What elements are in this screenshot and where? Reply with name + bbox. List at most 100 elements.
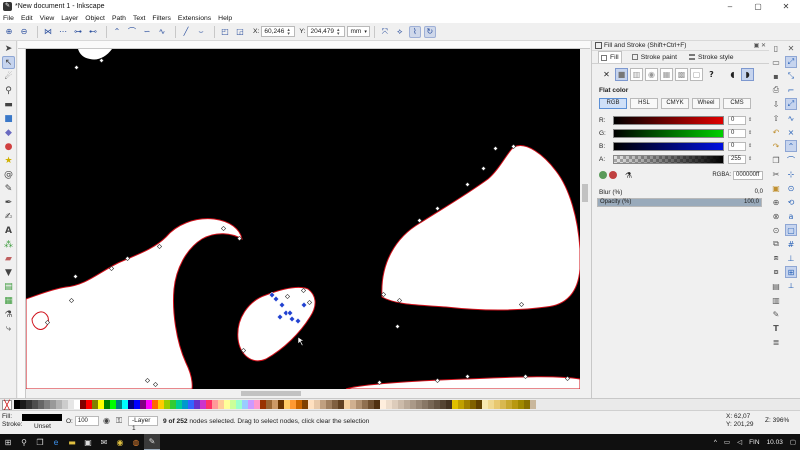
paint-bucket-tool-icon[interactable]: ▼ — [2, 266, 15, 279]
notifications-icon[interactable]: ▢ — [790, 438, 796, 446]
clone-icon[interactable]: ⧈ — [770, 252, 782, 264]
snap-guide-icon[interactable]: ⊥ — [785, 252, 797, 264]
zoom-control[interactable]: Z: 396% — [765, 417, 789, 424]
channel-g-value[interactable]: 0 — [728, 128, 746, 138]
new-document-icon[interactable]: ▯ — [770, 42, 782, 54]
windows-start-icon[interactable]: ⊞ — [0, 434, 16, 450]
zoom-drawing-icon[interactable]: ⊗ — [770, 210, 782, 222]
clock[interactable]: 10.03 — [767, 439, 783, 446]
group-icon[interactable]: ▤ — [770, 280, 782, 292]
tweak-tool-icon[interactable]: ☄ — [2, 70, 15, 83]
menu-extensions[interactable]: Extensions — [178, 15, 211, 22]
insert-node-icon[interactable]: ⊕ — [3, 26, 15, 38]
zoom-selection-icon[interactable]: ⊕ — [770, 196, 782, 208]
node-cusp-icon[interactable]: ⌃ — [111, 26, 123, 38]
menu-file[interactable]: File — [3, 15, 14, 22]
show-handles-icon[interactable]: ⟡ — [394, 26, 406, 38]
join-nodes-icon[interactable]: ⋈ — [42, 26, 54, 38]
mode-hsl[interactable]: HSL — [630, 98, 658, 109]
canvas-artwork[interactable] — [26, 49, 580, 389]
spinner-arrows-icon[interactable]: ▴ ▾ — [337, 27, 340, 36]
channel-a-value[interactable]: 255 — [728, 154, 746, 164]
close-icon[interactable]: ✕ — [772, 0, 800, 13]
fill-swatch[interactable] — [22, 414, 62, 421]
rgba-input[interactable]: 000000ff — [733, 170, 763, 180]
zoom-page-icon[interactable]: ⊙ — [770, 224, 782, 236]
eraser-tool-icon[interactable]: ▰ — [2, 252, 15, 265]
mesh-tool-icon[interactable]: ▦ — [2, 294, 15, 307]
toggle-visibility-icon[interactable]: ◉ — [103, 416, 113, 426]
snap-grid-icon[interactable]: # — [785, 238, 797, 250]
search-icon[interactable]: ⚲ — [16, 434, 32, 450]
show-transform-handles-icon[interactable]: ⤧ — [379, 26, 391, 38]
pencil-tool-icon[interactable]: ✎ — [2, 182, 15, 195]
mode-wheel[interactable]: Wheel — [692, 98, 720, 109]
mode-cmyk[interactable]: CMYK — [661, 98, 689, 109]
store-icon[interactable]: ▣ — [80, 434, 96, 450]
menu-help[interactable]: Help — [218, 15, 232, 22]
snap-path-icon[interactable]: ∿ — [785, 112, 797, 124]
text-tool-icon[interactable]: A — [2, 224, 15, 237]
node-symmetric-icon[interactable]: ∽ — [141, 26, 153, 38]
calligraphy-tool-icon[interactable]: ✍ — [2, 210, 15, 223]
snap-intersection-icon[interactable]: ⨯ — [785, 126, 797, 138]
scroll-thumb[interactable] — [241, 391, 301, 396]
layers-icon[interactable]: ≣ — [770, 336, 782, 348]
tray-chevron-icon[interactable]: ^ — [714, 439, 717, 446]
zoom-tool-icon[interactable]: ⚲ — [2, 84, 15, 97]
fill-stroke-cmd-icon[interactable]: ✎ — [770, 308, 782, 320]
blur-value[interactable]: 0,0 — [755, 189, 763, 195]
horizontal-scrollbar[interactable] — [26, 389, 580, 398]
snap-cusp-icon[interactable]: ⌃ — [785, 140, 797, 152]
segment-curve-icon[interactable]: ⌣ — [195, 26, 207, 38]
keyboard-language[interactable]: FIN — [749, 439, 759, 446]
radial-gradient-icon[interactable]: ◉ — [645, 67, 658, 81]
edit-clip-path-icon[interactable]: ↻ — [423, 25, 436, 38]
mode-rgb[interactable]: RGB — [599, 98, 627, 109]
object-to-path-icon[interactable]: ◰ — [219, 26, 231, 38]
fill-rule-nonzero-icon[interactable]: ◗ — [741, 67, 754, 81]
channel-r-slider[interactable] — [613, 115, 724, 125]
spiral-tool-icon[interactable]: @ — [2, 168, 15, 181]
snap-toggle-icon[interactable]: ✕ — [785, 42, 797, 54]
snap-smooth-icon[interactable]: ⌒ — [785, 154, 797, 166]
snap-midpoint-icon[interactable]: ⊹ — [785, 168, 797, 180]
maximize-icon[interactable]: ▢ — [744, 0, 772, 13]
star-tool-icon[interactable]: ★ — [2, 154, 15, 167]
snap-nodes-icon[interactable]: ⤢ — [785, 98, 797, 110]
pick-color-icon[interactable]: ⚗ — [625, 171, 632, 180]
scroll-thumb[interactable] — [582, 184, 588, 202]
snap-text-baseline-icon[interactable]: a — [785, 210, 797, 222]
horizontal-ruler[interactable] — [18, 41, 590, 49]
opacity-status-input[interactable]: 100 — [74, 416, 99, 426]
spinner-arrows-icon[interactable]: ⇕ — [748, 156, 752, 162]
tab-stroke-style[interactable]: Stroke style — [687, 51, 736, 63]
show-outline-icon[interactable]: ⌇ — [408, 25, 421, 38]
ellipse-tool-icon[interactable]: ● — [2, 140, 15, 153]
break-path-icon[interactable]: ⋯ — [57, 26, 69, 38]
edge-icon[interactable]: e — [48, 434, 64, 450]
channel-g-slider[interactable] — [613, 128, 724, 138]
vertical-scrollbar[interactable] — [580, 49, 590, 389]
3d-box-tool-icon[interactable]: ◆ — [2, 126, 15, 139]
menu-object[interactable]: Object — [85, 15, 105, 22]
gradient-tool-icon[interactable]: ▤ — [2, 280, 15, 293]
volume-icon[interactable]: ◁ — [737, 438, 742, 446]
cut-icon[interactable]: ✂ — [770, 168, 782, 180]
menu-view[interactable]: View — [40, 15, 55, 22]
layer-select[interactable]: -Layer 1 — [128, 416, 158, 432]
snap-rotation-icon[interactable]: ⟲ — [785, 196, 797, 208]
selector-tool-icon[interactable]: ➤ — [2, 42, 15, 55]
firefox-icon[interactable]: ◍ — [128, 434, 144, 450]
snap-extra-icon[interactable]: ⟂ — [785, 280, 797, 292]
channel-b-value[interactable]: 0 — [728, 141, 746, 151]
channel-r-value[interactable]: 0 — [728, 115, 746, 125]
undo-icon[interactable]: ↶ — [770, 126, 782, 138]
opacity-slider[interactable]: Opacity (%) 100,0 — [597, 198, 762, 207]
menu-filters[interactable]: Filters — [152, 15, 171, 22]
unit-select[interactable]: mm ▾ — [347, 26, 370, 37]
segment-line-icon[interactable]: ╱ — [180, 26, 192, 38]
mode-cms[interactable]: CMS — [723, 98, 751, 109]
y-coordinate-input[interactable]: 204,479 ▴ ▾ — [307, 26, 346, 37]
x-coordinate-input[interactable]: 60,246 ▴ ▾ — [261, 26, 296, 37]
